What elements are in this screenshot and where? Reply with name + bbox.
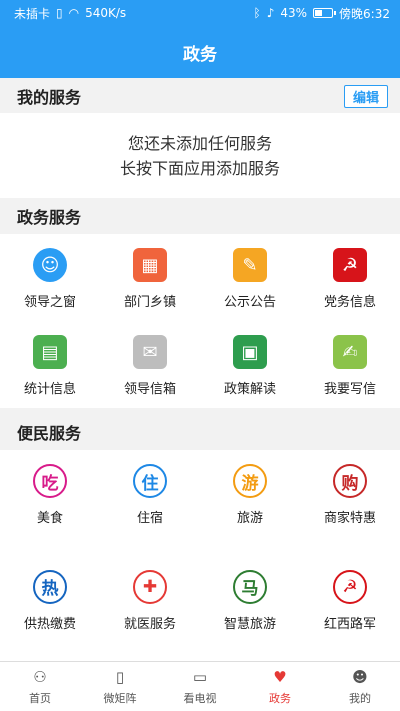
edit-button[interactable]: 编辑 <box>343 84 388 108</box>
service-label: 智慧旅游 <box>223 616 276 632</box>
tab-label: 微矩阵 <box>103 692 137 705</box>
citizen-services-header: 便民服务 <box>0 414 400 450</box>
service-label: 住宿 <box>136 511 163 526</box>
gov-services-grid: ☺ 领导之窗 ▦ 部门乡镇 ✎ 公示公告 ☭ 党务信息 ▤ 统计信息 ✉ 领导信箱 ▣ 政策解读 ✍ 我要写信 <box>0 234 400 408</box>
service-label: 供热缴费 <box>23 616 76 632</box>
page-title: 政务 <box>183 44 217 65</box>
tab-matrix[interactable]: ▯ 微矩阵 <box>80 662 160 711</box>
service-label: 商家特惠 <box>323 511 376 526</box>
service-building[interactable]: ▦ 部门乡镇 <box>100 234 200 321</box>
statistics-icon: ▤ <box>33 335 67 369</box>
building-icon: ▦ <box>133 248 167 282</box>
red-army-icon: ☭ <box>333 569 367 604</box>
carrier-text: 未插卡 <box>14 6 51 21</box>
tab-label: 政务 <box>269 692 291 705</box>
mailbox-icon: ✉ <box>133 335 167 369</box>
service-label: 领导信箱 <box>123 382 176 397</box>
matrix-icon: ▯ <box>115 668 125 686</box>
service-red-army[interactable]: ☭ 红西路军 <box>300 556 400 643</box>
gov-icon: ♥ <box>273 668 287 686</box>
service-label: 政策解读 <box>223 382 276 397</box>
tab-profile[interactable]: ☻ 我的 <box>320 662 400 711</box>
clock: 傍晚6:32 <box>339 6 390 21</box>
citizen-services-grid: 吃美食住住宿游旅游购商家特惠热供热缴费 ✚ 就医服务马智慧旅游 ☭ 红西路军 <box>0 450 400 661</box>
merchant-icon: 购 <box>333 464 367 498</box>
tab-home[interactable]: ⚇ 首页 <box>0 662 80 711</box>
empty-hint-line1: 您还未添加任何服务 <box>127 134 272 153</box>
food-icon: 吃 <box>33 464 67 498</box>
lodging-icon: 住 <box>133 464 167 498</box>
write-letter-icon: ✍ <box>333 335 367 369</box>
service-leader[interactable]: ☺ 领导之窗 <box>0 234 100 321</box>
heating-icon: 热 <box>33 569 67 604</box>
status-bar: 未插卡 ▯ ◠ 540K/s ᛒ ♪ 43% 傍晚6:32 <box>0 0 400 26</box>
tv-icon: ▭ <box>192 668 208 686</box>
app-header: 政务 <box>0 26 400 78</box>
travel-icon: 游 <box>233 464 267 498</box>
sim-icon: ▯ <box>56 6 63 20</box>
medical-icon: ✚ <box>133 569 167 604</box>
service-policy[interactable]: ▣ 政策解读 <box>200 321 300 408</box>
battery-icon <box>313 8 337 18</box>
service-label: 部门乡镇 <box>123 295 176 310</box>
service-party[interactable]: ☭ 党务信息 <box>300 234 400 321</box>
service-statistics[interactable]: ▤ 统计信息 <box>0 321 100 408</box>
profile-icon: ☻ <box>352 668 368 686</box>
service-label: 红西路军 <box>323 616 376 632</box>
home-icon: ⚇ <box>33 668 47 686</box>
empty-hint-line2: 长按下面应用添加服务 <box>119 159 280 178</box>
bluetooth-icon: ᛒ <box>253 6 261 20</box>
tab-gov[interactable]: ♥ 政务 <box>240 662 320 711</box>
service-merchant[interactable]: 购商家特惠 <box>300 450 400 537</box>
smart-travel-icon: 马 <box>233 569 267 604</box>
bottom-tab-bar: ⚇ 首页 ▯ 微矩阵 ▭ 看电视 ♥ 政务 ☻ 我的 <box>0 661 400 711</box>
tab-tv[interactable]: ▭ 看电视 <box>160 662 240 711</box>
service-label: 美食 <box>36 511 63 526</box>
service-label: 公示公告 <box>223 295 276 310</box>
mute-icon: ♪ <box>266 6 275 20</box>
service-label: 我要写信 <box>323 382 376 397</box>
network-speed: 540K/s <box>85 6 127 20</box>
tab-label: 我的 <box>349 692 371 705</box>
service-lodging[interactable]: 住住宿 <box>100 450 200 537</box>
service-mailbox[interactable]: ✉ 领导信箱 <box>100 321 200 408</box>
my-services-title: 我的服务 <box>17 88 82 107</box>
tab-label: 首页 <box>29 692 51 705</box>
service-notice[interactable]: ✎ 公示公告 <box>200 234 300 321</box>
service-label: 领导之窗 <box>23 295 76 310</box>
service-label: 就医服务 <box>123 616 176 632</box>
party-icon: ☭ <box>333 248 367 282</box>
policy-icon: ▣ <box>233 335 267 369</box>
service-write-letter[interactable]: ✍ 我要写信 <box>300 321 400 408</box>
service-food[interactable]: 吃美食 <box>0 450 100 537</box>
service-heating[interactable]: 热供热缴费 <box>0 556 100 643</box>
service-label: 统计信息 <box>23 382 76 397</box>
service-label: 党务信息 <box>323 295 376 310</box>
service-smart-travel[interactable]: 马智慧旅游 <box>200 556 300 643</box>
service-travel[interactable]: 游旅游 <box>200 450 300 537</box>
gov-services-header: 政务服务 <box>0 198 400 234</box>
service-medical[interactable]: ✚ 就医服务 <box>100 556 200 643</box>
battery-percent: 43% <box>280 6 308 20</box>
tab-label: 看电视 <box>183 692 217 705</box>
my-services-header: 我的服务 编辑 <box>0 78 400 114</box>
notice-icon: ✎ <box>233 248 267 282</box>
wifi-icon: ◠ <box>68 6 80 20</box>
service-label: 旅游 <box>236 511 263 526</box>
my-services-empty: 您还未添加任何服务 长按下面应用添加服务 <box>0 113 400 198</box>
leader-icon: ☺ <box>33 248 67 282</box>
gov-services-title: 政务服务 <box>17 208 82 227</box>
citizen-services-title: 便民服务 <box>17 424 82 443</box>
